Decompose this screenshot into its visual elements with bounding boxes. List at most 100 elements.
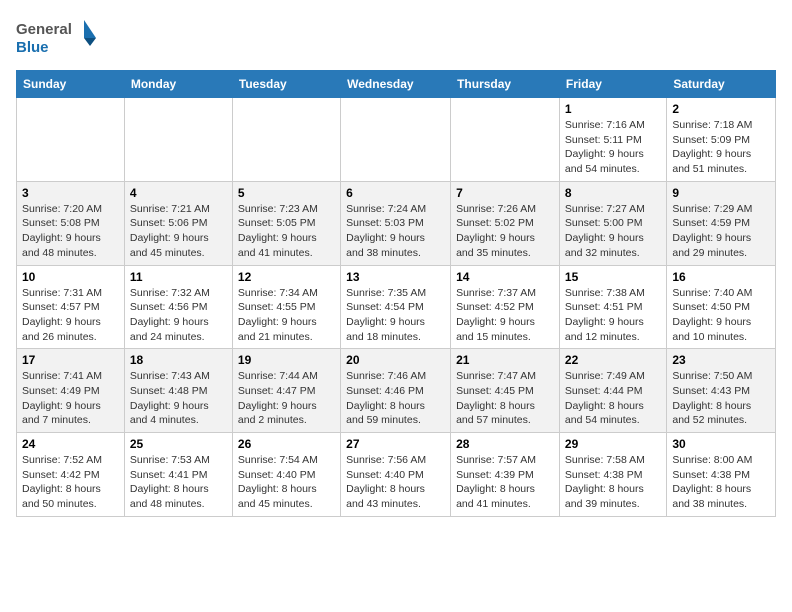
weekday-header-wednesday: Wednesday <box>341 71 451 98</box>
day-info: Sunrise: 7:46 AM Sunset: 4:46 PM Dayligh… <box>346 369 445 428</box>
calendar-cell: 26 Sunrise: 7:54 AM Sunset: 4:40 PM Dayli… <box>232 433 340 517</box>
day-info: Sunrise: 7:34 AM Sunset: 4:55 PM Dayligh… <box>238 286 335 345</box>
calendar-cell: 17 Sunrise: 7:41 AM Sunset: 4:49 PM Dayli… <box>17 349 125 433</box>
day-info: Sunrise: 7:21 AM Sunset: 5:06 PM Dayligh… <box>130 202 227 261</box>
weekday-header-saturday: Saturday <box>667 71 776 98</box>
day-info: Sunrise: 7:16 AM Sunset: 5:11 PM Dayligh… <box>565 118 661 177</box>
calendar-cell: 6 Sunrise: 7:24 AM Sunset: 5:03 PM Daylig… <box>341 181 451 265</box>
calendar-cell <box>232 98 340 182</box>
logo-svg: General Blue <box>16 16 96 60</box>
day-info: Sunrise: 7:50 AM Sunset: 4:43 PM Dayligh… <box>672 369 770 428</box>
calendar-week-3: 10 Sunrise: 7:31 AM Sunset: 4:57 PM Dayli… <box>17 265 776 349</box>
calendar-cell: 7 Sunrise: 7:26 AM Sunset: 5:02 PM Daylig… <box>451 181 560 265</box>
calendar-cell: 5 Sunrise: 7:23 AM Sunset: 5:05 PM Daylig… <box>232 181 340 265</box>
calendar-cell: 16 Sunrise: 7:40 AM Sunset: 4:50 PM Dayli… <box>667 265 776 349</box>
calendar-cell: 28 Sunrise: 7:57 AM Sunset: 4:39 PM Dayli… <box>451 433 560 517</box>
day-info: Sunrise: 7:41 AM Sunset: 4:49 PM Dayligh… <box>22 369 119 428</box>
day-info: Sunrise: 7:54 AM Sunset: 4:40 PM Dayligh… <box>238 453 335 512</box>
calendar-week-2: 3Sunrise: 7:20 AM Sunset: 5:08 PM Daylig… <box>17 181 776 265</box>
calendar-cell: 20 Sunrise: 7:46 AM Sunset: 4:46 PM Dayli… <box>341 349 451 433</box>
day-info: Sunrise: 7:31 AM Sunset: 4:57 PM Dayligh… <box>22 286 119 345</box>
day-info: Sunrise: 7:29 AM Sunset: 4:59 PM Dayligh… <box>672 202 770 261</box>
day-number: 28 <box>456 437 554 451</box>
day-info: Sunrise: 7:35 AM Sunset: 4:54 PM Dayligh… <box>346 286 445 345</box>
calendar-cell: 4Sunrise: 7:21 AM Sunset: 5:06 PM Daylig… <box>124 181 232 265</box>
calendar-cell: 19 Sunrise: 7:44 AM Sunset: 4:47 PM Dayli… <box>232 349 340 433</box>
day-number: 5 <box>238 186 335 200</box>
calendar-cell: 22 Sunrise: 7:49 AM Sunset: 4:44 PM Dayli… <box>559 349 666 433</box>
day-number: 15 <box>565 270 661 284</box>
day-info: Sunrise: 7:26 AM Sunset: 5:02 PM Dayligh… <box>456 202 554 261</box>
day-number: 8 <box>565 186 661 200</box>
weekday-header-tuesday: Tuesday <box>232 71 340 98</box>
day-number: 22 <box>565 353 661 367</box>
day-info: Sunrise: 7:18 AM Sunset: 5:09 PM Dayligh… <box>672 118 770 177</box>
day-number: 26 <box>238 437 335 451</box>
svg-text:Blue: Blue <box>16 39 49 56</box>
calendar-cell: 29 Sunrise: 7:58 AM Sunset: 4:38 PM Dayli… <box>559 433 666 517</box>
day-number: 23 <box>672 353 770 367</box>
day-info: Sunrise: 7:47 AM Sunset: 4:45 PM Dayligh… <box>456 369 554 428</box>
svg-text:General: General <box>16 21 72 38</box>
day-number: 17 <box>22 353 119 367</box>
calendar-cell: 27Sunrise: 7:56 AM Sunset: 4:40 PM Dayli… <box>341 433 451 517</box>
day-number: 30 <box>672 437 770 451</box>
calendar-cell: 15 Sunrise: 7:38 AM Sunset: 4:51 PM Dayli… <box>559 265 666 349</box>
calendar-cell: 23 Sunrise: 7:50 AM Sunset: 4:43 PM Dayli… <box>667 349 776 433</box>
day-info: Sunrise: 7:52 AM Sunset: 4:42 PM Dayligh… <box>22 453 119 512</box>
page-header: General Blue <box>16 16 776 60</box>
day-number: 21 <box>456 353 554 367</box>
day-number: 19 <box>238 353 335 367</box>
day-info: Sunrise: 7:49 AM Sunset: 4:44 PM Dayligh… <box>565 369 661 428</box>
weekday-header-monday: Monday <box>124 71 232 98</box>
day-number: 18 <box>130 353 227 367</box>
calendar-table: SundayMondayTuesdayWednesdayThursdayFrid… <box>16 70 776 517</box>
day-info: Sunrise: 7:38 AM Sunset: 4:51 PM Dayligh… <box>565 286 661 345</box>
day-number: 24 <box>22 437 119 451</box>
day-info: Sunrise: 7:44 AM Sunset: 4:47 PM Dayligh… <box>238 369 335 428</box>
calendar-cell: 10 Sunrise: 7:31 AM Sunset: 4:57 PM Dayli… <box>17 265 125 349</box>
day-number: 29 <box>565 437 661 451</box>
day-number: 10 <box>22 270 119 284</box>
calendar-cell: 30 Sunrise: 8:00 AM Sunset: 4:38 PM Dayli… <box>667 433 776 517</box>
day-number: 11 <box>130 270 227 284</box>
day-info: Sunrise: 7:58 AM Sunset: 4:38 PM Dayligh… <box>565 453 661 512</box>
day-info: Sunrise: 7:24 AM Sunset: 5:03 PM Dayligh… <box>346 202 445 261</box>
calendar-cell <box>341 98 451 182</box>
day-info: Sunrise: 7:56 AM Sunset: 4:40 PM Dayligh… <box>346 453 445 512</box>
day-info: Sunrise: 8:00 AM Sunset: 4:38 PM Dayligh… <box>672 453 770 512</box>
calendar-cell <box>17 98 125 182</box>
calendar-cell: 8 Sunrise: 7:27 AM Sunset: 5:00 PM Daylig… <box>559 181 666 265</box>
day-info: Sunrise: 7:40 AM Sunset: 4:50 PM Dayligh… <box>672 286 770 345</box>
day-number: 3 <box>22 186 119 200</box>
day-info: Sunrise: 7:37 AM Sunset: 4:52 PM Dayligh… <box>456 286 554 345</box>
calendar-cell <box>451 98 560 182</box>
day-number: 13 <box>346 270 445 284</box>
calendar-cell: 9 Sunrise: 7:29 AM Sunset: 4:59 PM Daylig… <box>667 181 776 265</box>
calendar-cell: 3Sunrise: 7:20 AM Sunset: 5:08 PM Daylig… <box>17 181 125 265</box>
calendar-cell: 25 Sunrise: 7:53 AM Sunset: 4:41 PM Dayli… <box>124 433 232 517</box>
day-number: 9 <box>672 186 770 200</box>
day-number: 20 <box>346 353 445 367</box>
day-number: 16 <box>672 270 770 284</box>
calendar-week-5: 24 Sunrise: 7:52 AM Sunset: 4:42 PM Dayli… <box>17 433 776 517</box>
day-info: Sunrise: 7:53 AM Sunset: 4:41 PM Dayligh… <box>130 453 227 512</box>
day-number: 25 <box>130 437 227 451</box>
day-info: Sunrise: 7:32 AM Sunset: 4:56 PM Dayligh… <box>130 286 227 345</box>
calendar-cell: 21 Sunrise: 7:47 AM Sunset: 4:45 PM Dayli… <box>451 349 560 433</box>
calendar-header-row: SundayMondayTuesdayWednesdayThursdayFrid… <box>17 71 776 98</box>
day-info: Sunrise: 7:57 AM Sunset: 4:39 PM Dayligh… <box>456 453 554 512</box>
calendar-cell: 18Sunrise: 7:43 AM Sunset: 4:48 PM Dayli… <box>124 349 232 433</box>
calendar-week-4: 17 Sunrise: 7:41 AM Sunset: 4:49 PM Dayli… <box>17 349 776 433</box>
day-info: Sunrise: 7:27 AM Sunset: 5:00 PM Dayligh… <box>565 202 661 261</box>
calendar-cell: 14 Sunrise: 7:37 AM Sunset: 4:52 PM Dayli… <box>451 265 560 349</box>
calendar-cell: 13 Sunrise: 7:35 AM Sunset: 4:54 PM Dayli… <box>341 265 451 349</box>
calendar-cell: 11 Sunrise: 7:32 AM Sunset: 4:56 PM Dayli… <box>124 265 232 349</box>
day-number: 14 <box>456 270 554 284</box>
day-number: 2 <box>672 102 770 116</box>
calendar-cell: 2 Sunrise: 7:18 AM Sunset: 5:09 PM Daylig… <box>667 98 776 182</box>
day-info: Sunrise: 7:23 AM Sunset: 5:05 PM Dayligh… <box>238 202 335 261</box>
day-number: 7 <box>456 186 554 200</box>
day-number: 6 <box>346 186 445 200</box>
calendar-week-1: 1Sunrise: 7:16 AM Sunset: 5:11 PM Daylig… <box>17 98 776 182</box>
